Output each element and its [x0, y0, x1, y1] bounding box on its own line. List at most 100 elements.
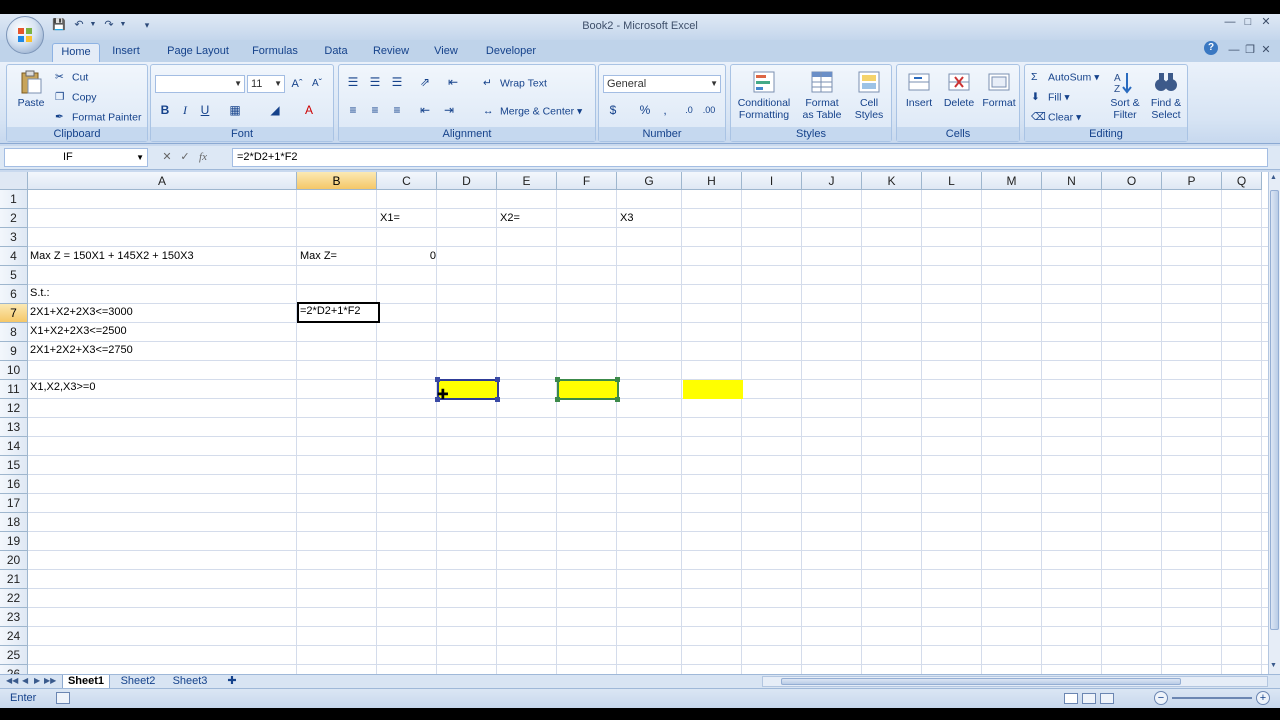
- cancel-entry-icon[interactable]: ✕: [160, 150, 174, 164]
- row-header-23[interactable]: 23: [0, 608, 28, 627]
- font-name-combo[interactable]: ▼: [155, 75, 245, 93]
- cell-a7[interactable]: 2X1+X2+2X3<=3000: [28, 303, 296, 321]
- sort-filter-button[interactable]: AZ Sort & Filter: [1105, 69, 1145, 121]
- cell-a4[interactable]: Max Z = 150X1 + 145X2 + 150X3: [28, 247, 296, 265]
- normal-view-icon[interactable]: [1064, 693, 1078, 704]
- scroll-thumb[interactable]: [1270, 190, 1279, 630]
- borders-icon[interactable]: ▦: [225, 101, 245, 119]
- wrap-text-button[interactable]: ↵ Wrap Text: [483, 77, 547, 90]
- worksheet-grid[interactable]: ABCDEFGHIJKLMNOPQ 1 2 3 4 5 6 7 8 9 10 11 12 13 14 15 1…: [0, 172, 1268, 674]
- row-header-24[interactable]: 24: [0, 627, 28, 646]
- ref-handle[interactable]: [495, 377, 500, 382]
- copy-button[interactable]: ❐ Copy: [55, 91, 97, 104]
- workbook-close-icon[interactable]: ✕: [1258, 44, 1274, 56]
- conditional-formatting-button[interactable]: Conditional Formatting: [733, 69, 795, 121]
- decrease-decimal-icon[interactable]: .00: [699, 101, 719, 119]
- column-header-m[interactable]: M: [982, 172, 1042, 190]
- name-box[interactable]: IF ▼: [4, 148, 148, 167]
- format-button[interactable]: Format: [979, 69, 1019, 109]
- font-color-icon[interactable]: A: [299, 101, 319, 119]
- decrease-indent-icon[interactable]: ⇤: [443, 73, 463, 91]
- row-header-9[interactable]: 9: [0, 342, 28, 361]
- redo-dropdown-icon[interactable]: ▼: [116, 18, 130, 32]
- undo-icon[interactable]: ↶: [72, 18, 86, 32]
- cell-h2-highlight[interactable]: [683, 380, 743, 399]
- redo-icon[interactable]: ↷: [102, 18, 116, 32]
- row-header-12[interactable]: 12: [0, 399, 28, 418]
- cell-c4[interactable]: 0: [378, 247, 438, 265]
- fill-button[interactable]: ⬇ Fill ▾: [1031, 91, 1070, 104]
- workbook-minimize-icon[interactable]: —: [1226, 44, 1242, 56]
- column-header-b[interactable]: B: [297, 172, 377, 190]
- tab-view[interactable]: View: [428, 43, 464, 62]
- column-header-e[interactable]: E: [497, 172, 557, 190]
- cut-button[interactable]: ✂ Cut: [55, 71, 88, 84]
- horizontal-scrollbar[interactable]: [762, 676, 1268, 687]
- column-header-j[interactable]: J: [802, 172, 862, 190]
- insert-sheet-icon[interactable]: ✚: [222, 675, 242, 689]
- row-header-4[interactable]: 4: [0, 247, 28, 266]
- hscroll-thumb[interactable]: [781, 678, 1181, 685]
- insert-button[interactable]: Insert: [899, 69, 939, 109]
- customize-qat-icon[interactable]: ▾: [140, 18, 154, 32]
- row-header-16[interactable]: 16: [0, 475, 28, 494]
- save-icon[interactable]: 💾: [52, 18, 66, 32]
- help-icon[interactable]: ?: [1204, 41, 1218, 55]
- row-header-25[interactable]: 25: [0, 646, 28, 665]
- align-center-icon[interactable]: ≡: [365, 101, 385, 119]
- cell-styles-button[interactable]: Cell Styles: [847, 69, 891, 121]
- align-middle-icon[interactable]: ☰: [365, 73, 385, 91]
- tab-page-layout[interactable]: Page Layout: [162, 43, 234, 62]
- column-header-n[interactable]: N: [1042, 172, 1102, 190]
- align-bottom-icon[interactable]: ☰: [387, 73, 407, 91]
- row-header-18[interactable]: 18: [0, 513, 28, 532]
- find-select-button[interactable]: Find & Select: [1145, 69, 1187, 121]
- row-header-19[interactable]: 19: [0, 532, 28, 551]
- column-header-g[interactable]: G: [617, 172, 682, 190]
- ref-handle[interactable]: [495, 397, 500, 402]
- zoom-in-icon[interactable]: +: [1256, 691, 1270, 705]
- row-header-7[interactable]: 7: [0, 304, 28, 323]
- cell-a6[interactable]: S.t.:: [28, 284, 296, 302]
- column-header-i[interactable]: I: [742, 172, 802, 190]
- row-header-11[interactable]: 11: [0, 380, 28, 399]
- autosum-button[interactable]: Σ AutoSum ▾: [1031, 71, 1099, 84]
- shrink-font-icon[interactable]: Aˇ: [307, 75, 327, 93]
- font-size-combo[interactable]: 11 ▼: [247, 75, 285, 93]
- row-header-1[interactable]: 1: [0, 190, 28, 209]
- cell-a8[interactable]: X1+X2+2X3<=2500: [28, 322, 296, 340]
- orientation-icon[interactable]: ⇗: [415, 73, 435, 91]
- row-header-2[interactable]: 2: [0, 209, 28, 228]
- column-header-d[interactable]: D: [437, 172, 497, 190]
- ref-handle[interactable]: [555, 397, 560, 402]
- scroll-up-icon[interactable]: ▲: [1270, 174, 1277, 181]
- ref-handle[interactable]: [615, 377, 620, 382]
- row-header-20[interactable]: 20: [0, 551, 28, 570]
- last-sheet-icon[interactable]: ▶▶: [44, 676, 56, 685]
- sheet-tab-sheet2[interactable]: Sheet2: [114, 675, 162, 689]
- ref-handle[interactable]: [555, 377, 560, 382]
- row-header-3[interactable]: 3: [0, 228, 28, 247]
- align-right-icon[interactable]: ≡: [387, 101, 407, 119]
- column-header-f[interactable]: F: [557, 172, 617, 190]
- column-header-p[interactable]: P: [1162, 172, 1222, 190]
- minimize-icon[interactable]: —: [1222, 16, 1238, 28]
- zoom-out-icon[interactable]: −: [1154, 691, 1168, 705]
- tab-insert[interactable]: Insert: [104, 43, 148, 62]
- column-header-k[interactable]: K: [862, 172, 922, 190]
- tab-developer[interactable]: Developer: [478, 43, 544, 62]
- tab-home[interactable]: Home: [52, 43, 100, 62]
- select-all-corner[interactable]: [0, 172, 28, 190]
- paste-button[interactable]: Paste: [11, 69, 51, 109]
- format-painter-button[interactable]: ✒ Format Painter: [55, 111, 141, 124]
- sheet-tab-sheet1[interactable]: Sheet1: [62, 675, 110, 689]
- scroll-down-icon[interactable]: ▼: [1270, 662, 1277, 669]
- tab-review[interactable]: Review: [368, 43, 414, 62]
- align-top-icon[interactable]: ☰: [343, 73, 363, 91]
- office-button[interactable]: [6, 16, 44, 54]
- ref-handle[interactable]: [435, 377, 440, 382]
- confirm-entry-icon[interactable]: ✓: [178, 150, 192, 164]
- zoom-slider[interactable]: [1172, 697, 1252, 699]
- column-header-a[interactable]: A: [28, 172, 297, 190]
- indent-left-icon[interactable]: ⇤: [415, 101, 435, 119]
